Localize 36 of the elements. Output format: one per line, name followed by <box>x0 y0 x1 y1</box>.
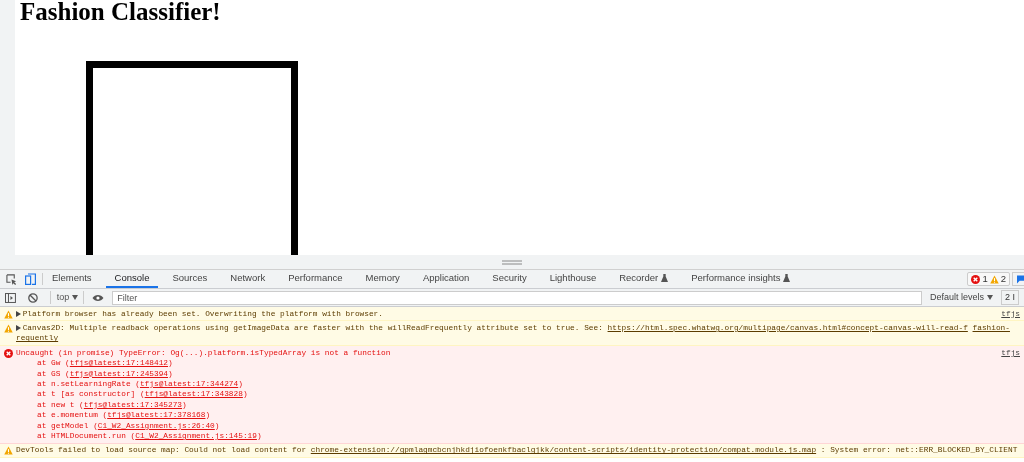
eye-icon[interactable] <box>92 293 105 302</box>
expand-triangle-icon[interactable] <box>16 310 21 317</box>
error-count: 1 <box>982 271 988 286</box>
device-toolbar-icon[interactable] <box>25 273 36 285</box>
warning-icon <box>4 446 13 456</box>
log-levels-dropdown[interactable]: Default levels <box>927 290 995 305</box>
devtools-tab[interactable]: Performance insights <box>682 270 800 288</box>
devtools-tab[interactable]: Memory <box>356 270 409 288</box>
error-icon <box>4 348 13 358</box>
warning-icon <box>4 309 13 319</box>
devtools-tab[interactable]: Application <box>413 270 479 288</box>
issue-counter[interactable]: 1 2 <box>967 272 1010 286</box>
devtools-tab[interactable]: Network <box>221 270 275 288</box>
message-icon[interactable] <box>1017 274 1024 284</box>
page-title: Fashion Classifier! <box>20 0 221 25</box>
devtools-tab[interactable]: Elements <box>43 270 101 288</box>
sidebar-toggle-icon[interactable] <box>5 292 16 303</box>
error-icon <box>971 275 981 284</box>
caret-icon <box>72 295 79 300</box>
devtools-tab[interactable]: Sources <box>163 270 217 288</box>
devtools-tab[interactable]: Recorder <box>610 270 678 288</box>
inspect-icon[interactable] <box>6 273 17 285</box>
resize-handle-icon[interactable] <box>502 259 522 265</box>
clear-console-icon[interactable] <box>27 292 38 303</box>
context-selector[interactable]: top <box>49 290 85 305</box>
devtools-tab[interactable]: Lighthouse <box>540 270 606 288</box>
issues-button[interactable]: 2 I <box>1001 289 1019 306</box>
devtools-tab[interactable]: Performance <box>279 270 352 288</box>
warning-icon <box>989 275 999 284</box>
expand-triangle-icon[interactable] <box>16 324 21 331</box>
drawing-canvas[interactable] <box>86 61 298 255</box>
filter-field[interactable]: Filter <box>112 290 922 305</box>
caret-icon <box>987 295 993 300</box>
warning-icon <box>4 323 13 333</box>
devtools-tab[interactable]: Security <box>483 270 536 288</box>
warning-count: 2 <box>1000 271 1006 286</box>
